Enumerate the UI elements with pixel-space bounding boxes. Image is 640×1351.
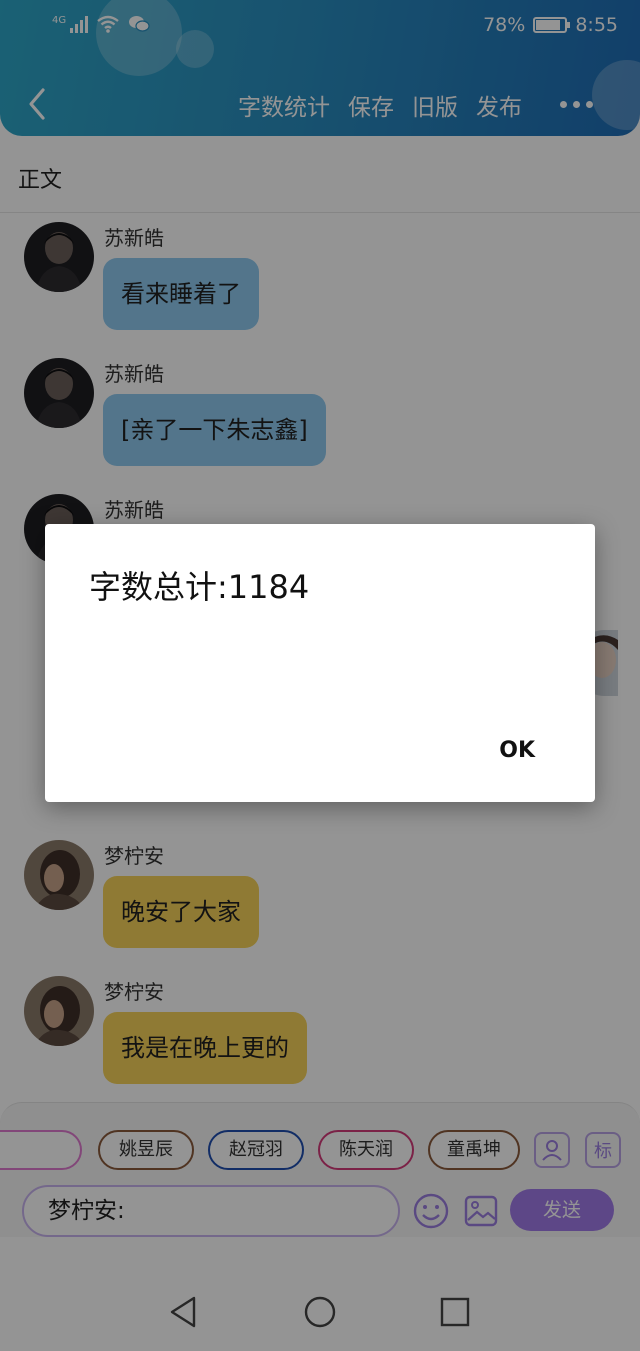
dialog-message: 字数总计:1184 [89, 568, 310, 606]
ok-button[interactable]: OK [499, 738, 535, 763]
word-count-dialog: 字数总计:1184 OK [45, 524, 595, 802]
